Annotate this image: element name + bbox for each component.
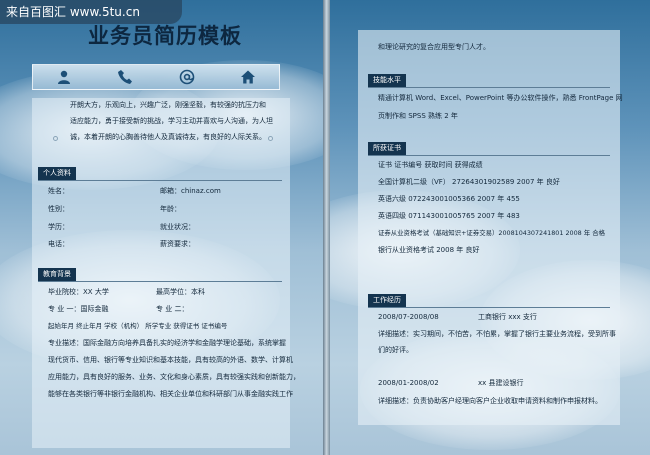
continued-text-line: 和理论研究的复合应用型专门人才。 (378, 43, 490, 51)
section-heading-work-experience: 工作经历 (368, 294, 406, 307)
person-icon (56, 69, 72, 85)
gender-field: 性别： (48, 205, 69, 213)
education-table-header: 起始年月 终止年月 学校（机构） 所学专业 获得证书 证书编号 (48, 322, 228, 330)
divider (38, 281, 282, 282)
intro-line: 诚，本着开朗的心胸善待他人及真诚待友，有良好的人际关系。 (70, 133, 266, 141)
degree-field: 最高学位：本科 (156, 288, 205, 296)
major-one-field: 专 业 一：国际金融 (48, 305, 109, 313)
work-period: 2008/07-2008/08 (378, 313, 439, 321)
bullet-dot (268, 136, 273, 141)
work-detail: 们的好评。 (378, 346, 413, 354)
certificate-row: 全国计算机二级（VF） 27264301902589 2007 年 良好 (378, 178, 560, 186)
phone-icon (117, 69, 133, 85)
page-gutter (323, 0, 330, 455)
certificate-row: 英语六级 072243001005366 2007 年 455 (378, 195, 520, 203)
intro-line: 开朗大方，乐观向上，兴趣广泛，刚强坚毅，有较强的抗压力和 (70, 101, 266, 109)
section-heading-skills: 技能水平 (368, 74, 406, 87)
section-heading-education: 教育背景 (38, 268, 76, 281)
certificate-row: 证券从业资格考试（基础知识+证券交易）2008104307241801 2008… (378, 229, 605, 237)
right-page: 和理论研究的复合应用型专门人才。 技能水平 精通计算机 Word、Excel、P… (330, 0, 650, 455)
major-description-line: 能够在各类银行等非银行金融机构、相关企业单位和科研部门从事金融实践工作 (48, 390, 293, 398)
work-company: xx 县建设银行 (478, 379, 524, 387)
intro-line: 适应能力，勇于接受新的挑战，学习主动并喜欢与人沟通，为人坦 (70, 117, 273, 125)
work-period: 2008/01-2008/02 (378, 379, 439, 387)
school-field: 毕业院校：XX 大学 (48, 288, 109, 296)
age-field: 年龄： (160, 205, 181, 213)
certificate-row: 银行从业资格考试 2008 年 良好 (378, 246, 480, 254)
work-detail: 详细描述：负责协助客户经理向客户企业收取申请资料和制作申报材料。 (378, 397, 602, 405)
certificates-header: 证书 证书编号 获取时间 获得成绩 (378, 161, 483, 169)
education-field: 学历： (48, 223, 69, 231)
left-page: 业务员简历模板 开朗大方，乐观向上，兴趣广泛，刚强坚毅，有较强的抗压力和 适应能… (0, 0, 323, 455)
skills-line: 精通计算机 Word、Excel、PowerPoint 等办公软件操作，熟悉 F… (378, 94, 623, 102)
section-heading-certificates: 所获证书 (368, 142, 406, 155)
divider (368, 155, 610, 156)
section-heading-personal: 个人资料 (38, 167, 76, 180)
certificate-row: 英语四级 071143001005765 2007 年 483 (378, 212, 520, 220)
contact-icon-bar (32, 64, 280, 90)
at-icon (179, 69, 195, 85)
major-two-field: 专 业 二： (156, 305, 189, 313)
phone-field: 电话： (48, 240, 69, 248)
major-description-line: 应用能力，具有良好的服务、业务、文化和身心素质，具有较强实践和创新能力， (48, 373, 300, 381)
name-field: 姓名： (48, 187, 69, 195)
work-detail: 详细描述：实习期间，不怕苦，不怕累，掌握了银行主要业务流程，受到所事 (378, 330, 616, 338)
bullet-dot (53, 136, 58, 141)
major-description-line: 专业描述：国际金融方向培养具备扎实的经济学和金融学理论基础，系统掌握 (48, 339, 286, 347)
salary-field: 薪资要求： (160, 240, 195, 248)
home-icon (240, 69, 256, 85)
employment-status-field: 就业状况： (160, 223, 195, 231)
divider (368, 307, 610, 308)
page-title: 业务员简历模板 (88, 24, 242, 48)
skills-line: 页制作和 SPSS 熟练 2 年 (378, 112, 458, 120)
watermark: 来自百图汇 www.5tu.cn (0, 0, 182, 24)
major-description-line: 现代货币、信用、银行等专业知识和基本技能，具有较高的外语、数学、计算机 (48, 356, 293, 364)
email-field: 邮箱：chinaz.com (160, 187, 221, 195)
divider (38, 180, 282, 181)
work-company: 工商银行 xxx 支行 (478, 313, 537, 321)
divider (368, 87, 610, 88)
